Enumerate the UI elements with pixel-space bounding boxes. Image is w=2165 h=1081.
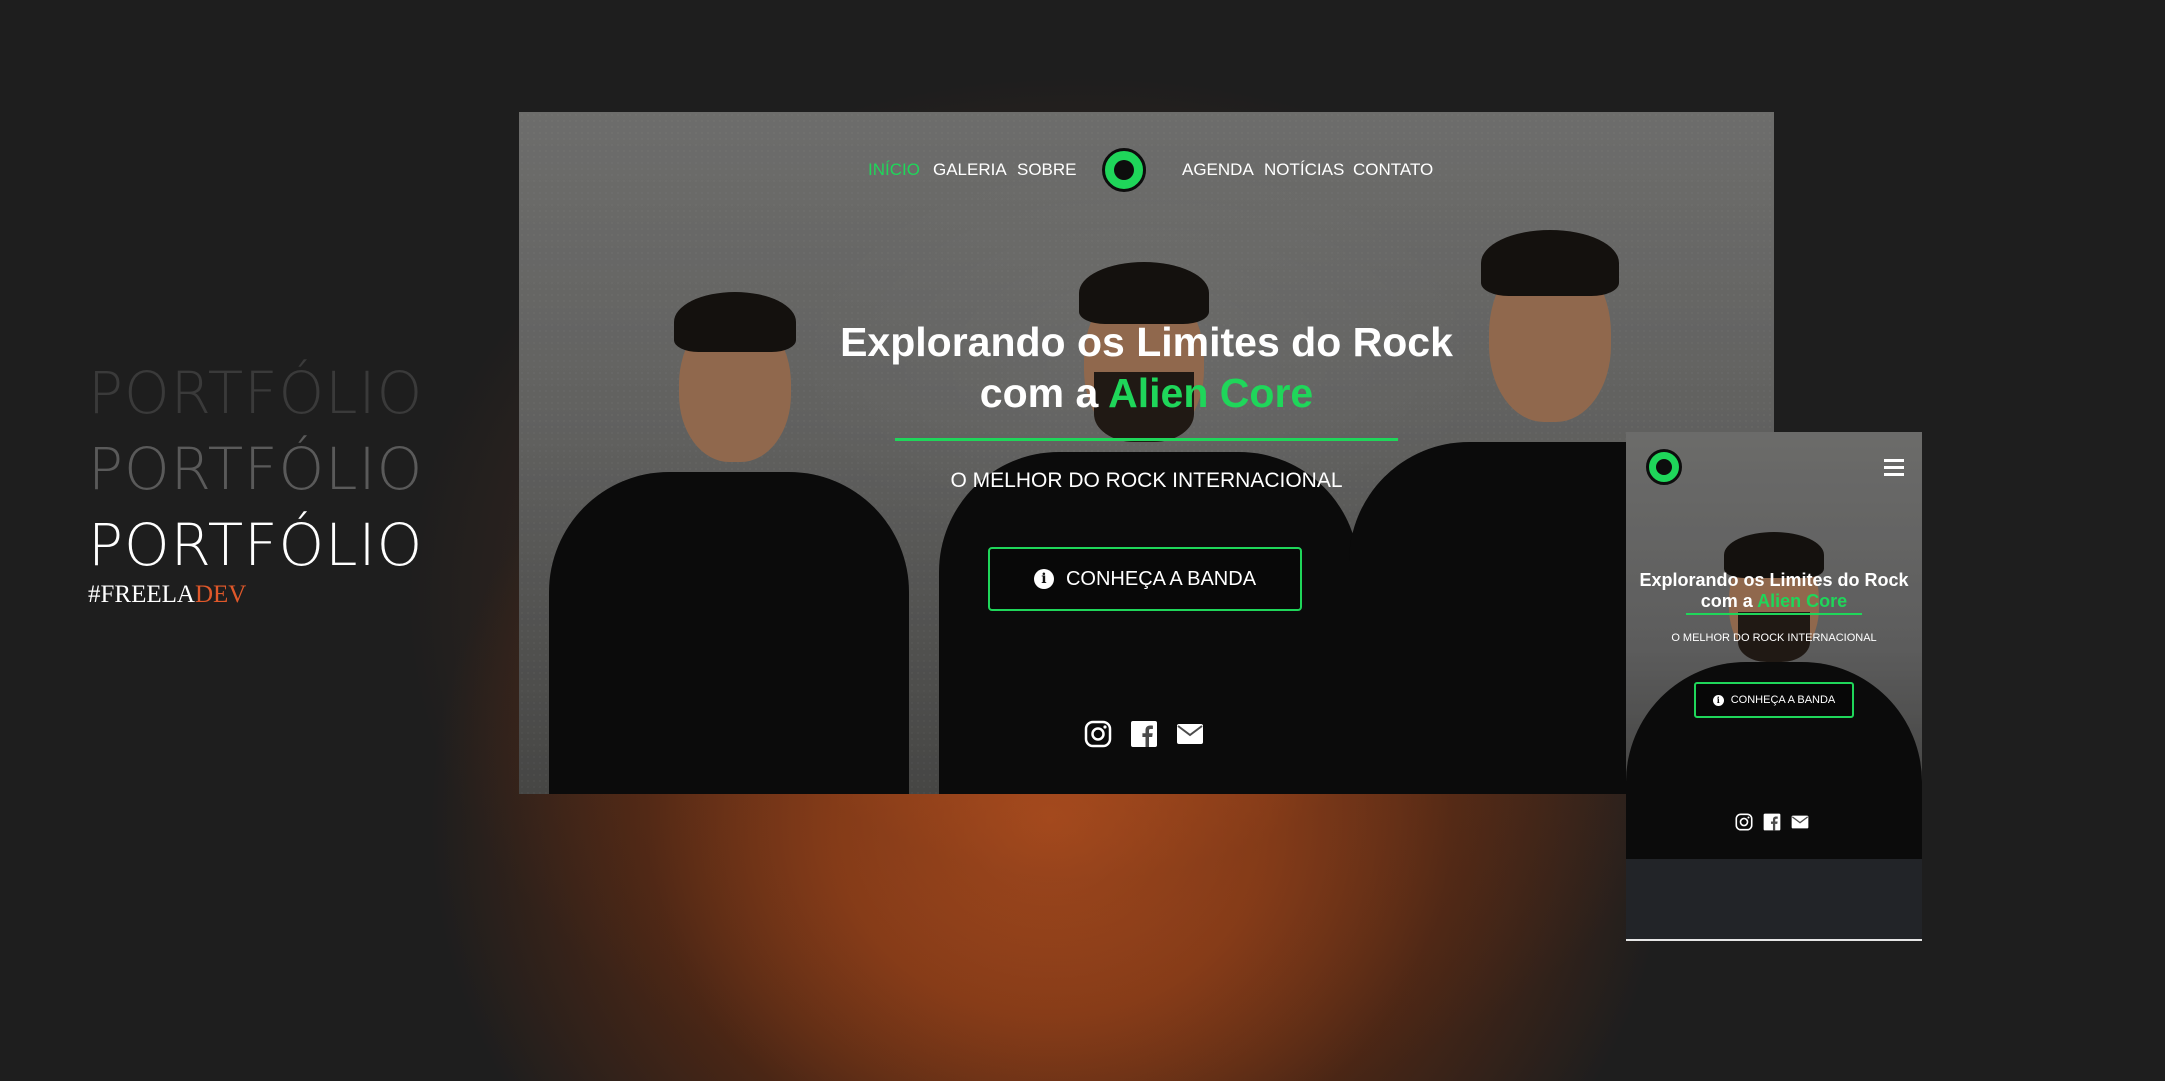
mobile-site-mockup: Explorando os Limites do Rock com a Alie… <box>1626 432 1922 941</box>
mobile-envelope-icon[interactable] <box>1791 813 1809 831</box>
info-icon: i <box>1033 569 1054 589</box>
mobile-hero: Explorando os Limites do Rock com a Alie… <box>1626 432 1922 859</box>
freela-text: #FREELA <box>88 581 195 608</box>
freeladev-tag: #FREELADEV <box>88 581 423 609</box>
mobile-hero-title-band-name: Alien Core <box>1757 591 1848 611</box>
mobile-hero-subtitle: O MELHOR DO ROCK INTERNACIONAL <box>1671 632 1877 644</box>
nav-sobre[interactable]: SOBRE <box>1017 160 1077 180</box>
nav-galeria[interactable]: GALERIA <box>933 160 1007 180</box>
nav-inicio[interactable]: INÍCIO <box>868 160 920 180</box>
mobile-hero-overlay <box>1626 432 1922 859</box>
mobile-cta-label: CONHEÇA A BANDA <box>1730 694 1836 706</box>
mobile-hero-title-line1: Explorando os Limites do Rock <box>1639 570 1909 590</box>
nav-contato[interactable]: CONTATO <box>1353 160 1433 180</box>
nav-agenda[interactable]: AGENDA <box>1182 160 1254 180</box>
hero-title-band-name: Alien Core <box>1108 370 1314 416</box>
mobile-social-links <box>1735 813 1809 831</box>
cta-conheca-banda-button[interactable]: i CONHEÇA A BANDA <box>988 547 1302 611</box>
hero-title-line2: com a Alien Core <box>519 368 1774 419</box>
main-nav: INÍCIO GALERIA SOBRE AGENDA NOTÍCIAS CON… <box>519 148 1774 192</box>
dev-text: DEV <box>194 581 247 608</box>
envelope-icon[interactable] <box>1176 720 1204 748</box>
social-links <box>1084 720 1204 748</box>
mobile-hero-title: Explorando os Limites do Rock com a Alie… <box>1626 570 1922 612</box>
facebook-icon[interactable] <box>1130 720 1158 748</box>
portfolio-title-faded-2: PORTFÓLIO <box>88 435 424 503</box>
hero-title: Explorando os Limites do Rock com a Alie… <box>519 317 1774 419</box>
skull-icon <box>1114 160 1134 180</box>
mobile-facebook-icon[interactable] <box>1763 813 1781 831</box>
band-logo[interactable] <box>1102 148 1146 192</box>
mobile-band-logo[interactable] <box>1646 449 1682 485</box>
hero-title-line1: Explorando os Limites do Rock <box>840 319 1453 365</box>
nav-noticias[interactable]: NOTÍCIAS <box>1264 160 1344 180</box>
portfolio-title-faded-1: PORTFÓLIO <box>88 359 424 427</box>
mobile-hero-divider <box>1686 613 1862 615</box>
portfolio-title: PORTFÓLIO <box>88 511 424 579</box>
mobile-instagram-icon[interactable] <box>1735 813 1753 831</box>
cta-label: CONHEÇA A BANDA <box>1065 567 1257 590</box>
mobile-hero-title-line2: com a Alien Core <box>1626 591 1922 612</box>
hamburger-menu-icon[interactable] <box>1884 459 1904 480</box>
hero-subtitle: O MELHOR DO ROCK INTERNACIONAL <box>950 469 1343 492</box>
hero-title-prefix: com a <box>979 370 1109 416</box>
portfolio-title-block: PORTFÓLIO PORTFÓLIO PORTFÓLIO #FREELADEV <box>88 355 423 609</box>
instagram-icon[interactable] <box>1084 720 1112 748</box>
desktop-site-mockup: INÍCIO GALERIA SOBRE AGENDA NOTÍCIAS CON… <box>519 112 1774 794</box>
mobile-skull-icon <box>1656 459 1672 475</box>
mobile-cta-conheca-banda-button[interactable]: i CONHEÇA A BANDA <box>1694 682 1854 718</box>
hero-overlay <box>519 112 1774 794</box>
hero-divider <box>895 438 1398 441</box>
mobile-info-icon: i <box>1712 694 1724 706</box>
mobile-hero-title-prefix: com a <box>1700 591 1758 611</box>
